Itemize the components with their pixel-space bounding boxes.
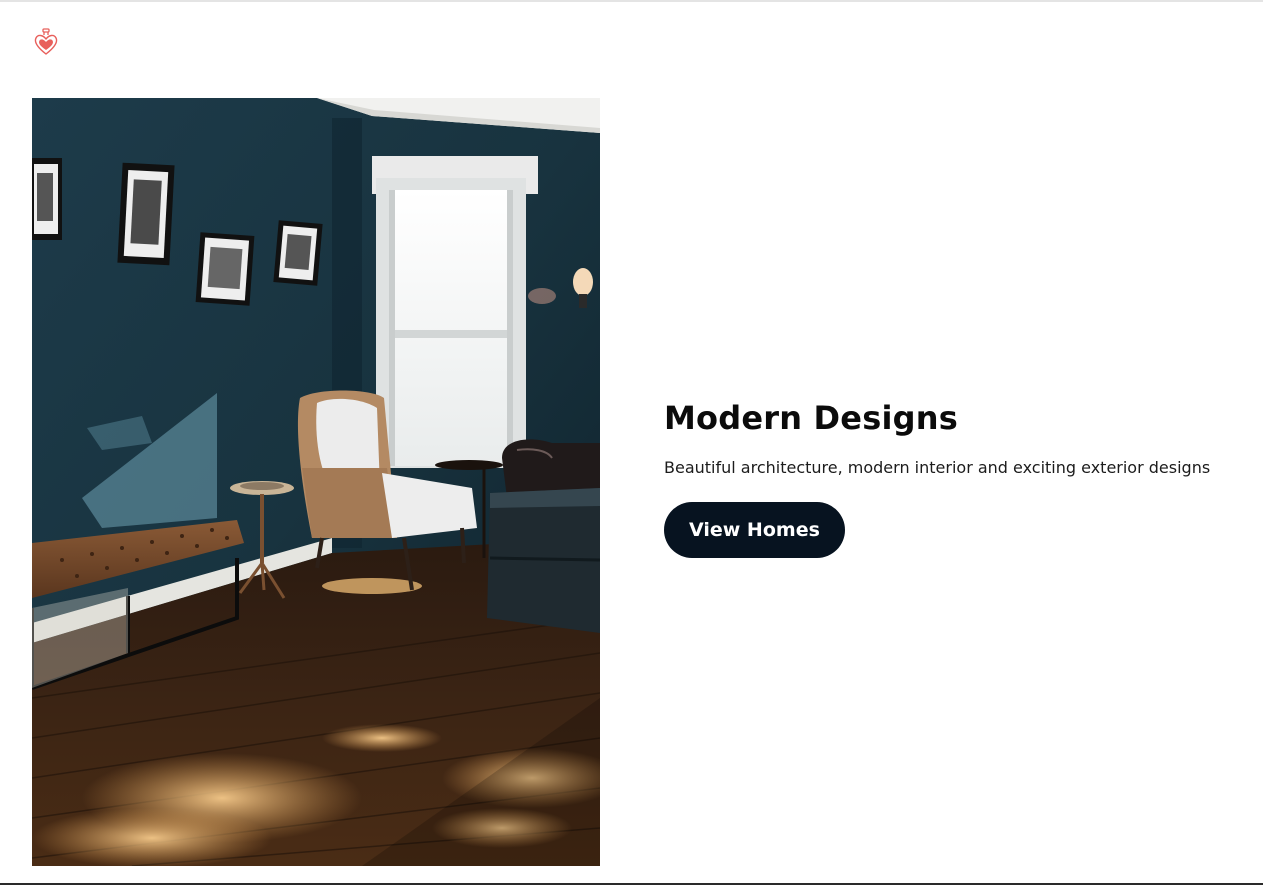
view-homes-button[interactable]: View Homes (664, 502, 845, 558)
interior-room-photo (32, 98, 600, 866)
hero-content: Modern Designs Beautiful architecture, m… (664, 398, 1244, 558)
hero-image (32, 98, 600, 866)
top-divider (0, 0, 1263, 2)
window (372, 156, 538, 468)
storage-trunk (487, 488, 600, 633)
page: Modern Designs Beautiful architecture, m… (0, 0, 1263, 885)
hero-subtitle: Beautiful architecture, modern interior … (664, 458, 1211, 477)
heart-potion-icon (34, 28, 58, 55)
hero-title: Modern Designs (664, 399, 958, 437)
logo-icon[interactable] (33, 28, 59, 56)
